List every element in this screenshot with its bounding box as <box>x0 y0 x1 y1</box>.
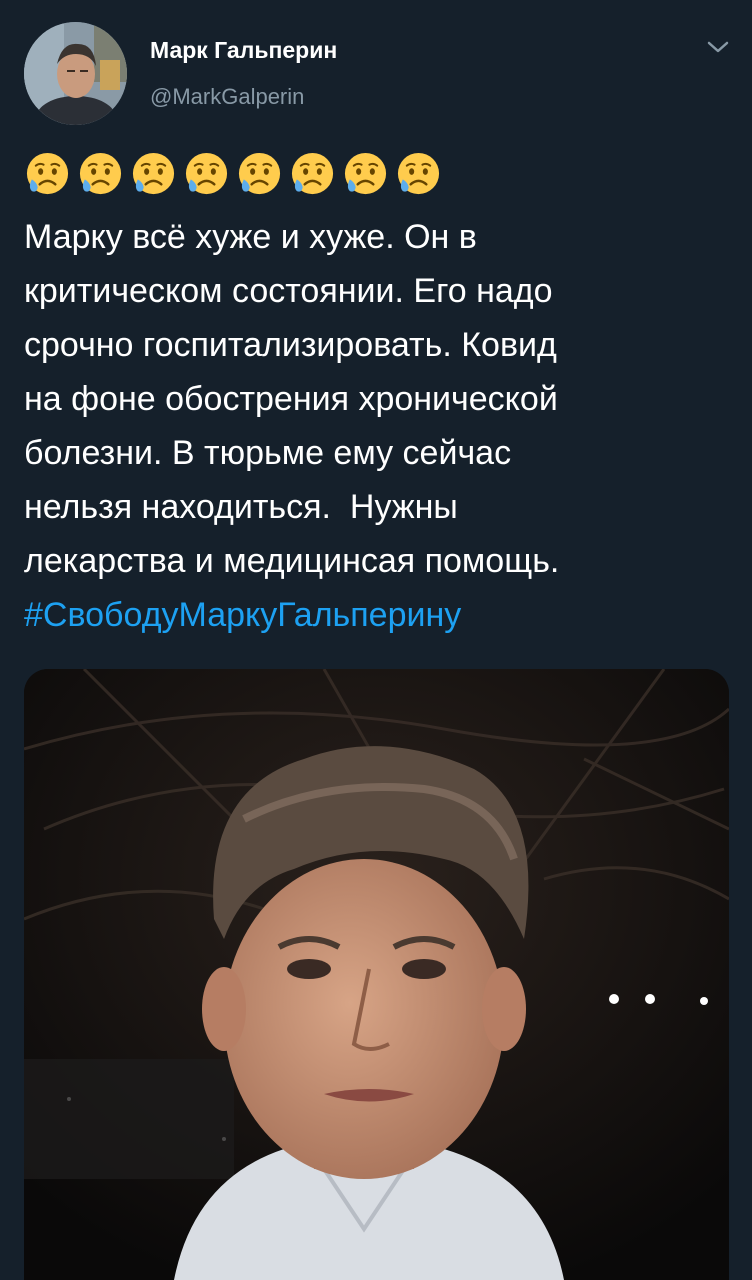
author-handle[interactable]: @MarkGalperin <box>150 84 304 110</box>
tweet: Марк Гальперин @MarkGalperin Марку всё х… <box>0 0 752 1280</box>
tweet-text-line: нельзя находиться. Нужны <box>24 488 458 526</box>
sad-relieved-face-icon <box>291 152 334 195</box>
hashtag-link[interactable]: #СвободуМаркуГальперину <box>24 588 461 642</box>
avatar-photo <box>24 22 127 125</box>
sad-relieved-face-icon <box>238 152 281 195</box>
tweet-text-line: критическом состоянии. Его надо <box>24 272 553 310</box>
sad-relieved-face-icon <box>26 152 69 195</box>
chevron-down-icon[interactable] <box>705 38 731 56</box>
tweet-text-line: срочно госпитализировать. Ковид <box>24 326 557 364</box>
tweet-text: Марку всё хуже и хуже. Он в критическом … <box>24 210 734 588</box>
tweet-text-line: Марку всё хуже и хуже. Он в <box>24 218 477 256</box>
avatar[interactable] <box>24 22 127 125</box>
photo-image <box>24 669 729 1280</box>
tweet-text-line: лекарства и медицинсая помощь. <box>24 542 560 580</box>
tweet-text-line: болезни. В тюрьме ему сейчас <box>24 434 512 472</box>
tweet-photo[interactable] <box>24 669 729 1280</box>
sad-relieved-face-icon <box>185 152 228 195</box>
sad-relieved-face-icon <box>132 152 175 195</box>
sad-relieved-face-icon <box>344 152 387 195</box>
author-name[interactable]: Марк Гальперин <box>150 37 337 64</box>
sad-relieved-face-icon <box>397 152 440 195</box>
emoji-row <box>24 150 442 202</box>
sad-relieved-face-icon <box>79 152 122 195</box>
tweet-text-line: на фоне обострения хронической <box>24 380 558 418</box>
